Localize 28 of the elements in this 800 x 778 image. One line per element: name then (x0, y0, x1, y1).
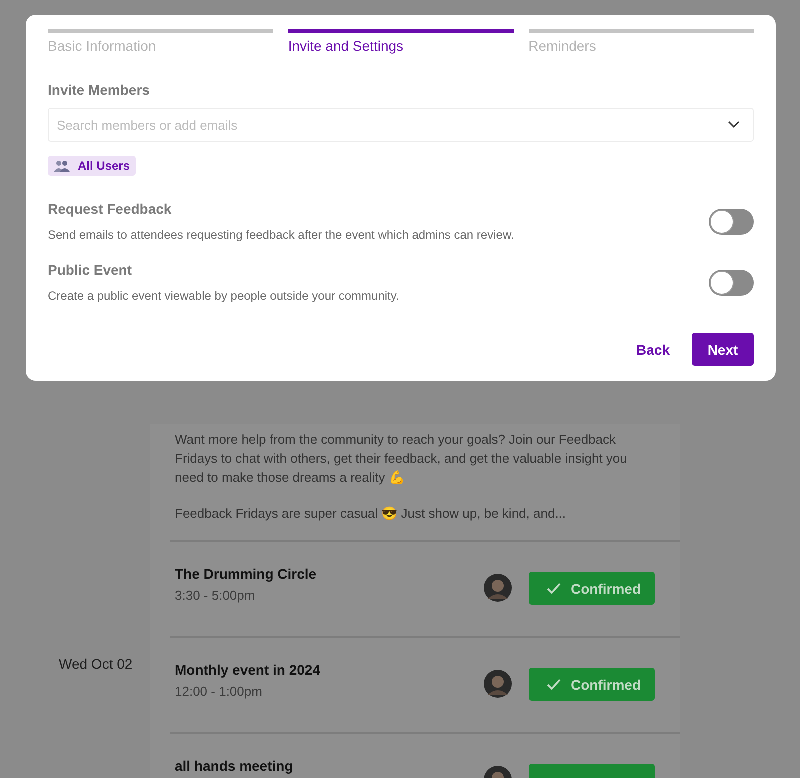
chevron-down-icon (728, 121, 740, 129)
event-title: Monthly event in 2024 (175, 662, 322, 678)
back-button[interactable]: Back (636, 333, 670, 366)
field-label: Invite Members (48, 82, 151, 98)
next-button[interactable]: Next (692, 333, 754, 366)
event-date: Wed Oct 02 (59, 656, 133, 672)
event-description: Want more help from the community to reach your goals? Join our Feedback Fridays to chat with others, get their feedback, and get the valuable insight you need to make those dreams a reality 💪 (175, 431, 628, 487)
toggle-switch[interactable] (709, 270, 754, 296)
step-tab[interactable]: Invite and Settings (288, 29, 514, 55)
avatar-icon (484, 574, 512, 602)
event-title: all hands meeting (175, 758, 294, 774)
check-icon (547, 678, 561, 690)
event-description: Feedback Fridays are super casual 😎 Just show up, be kind, and... (175, 505, 568, 523)
setting-title: Request Feedback (48, 201, 173, 217)
event-time: 12:00 - 1:00pm (175, 684, 264, 699)
status-label: Confirmed (571, 676, 641, 692)
setting-title: Public Event (48, 262, 134, 278)
toggle-switch[interactable] (709, 208, 754, 234)
member-search-field[interactable]: Search members or add emails (48, 108, 754, 142)
status-label: Confirmed (571, 580, 641, 596)
user-group-chip[interactable]: All Users (48, 156, 136, 176)
users-icon (54, 160, 70, 172)
setting-description: Create a public event viewable by people outside your community. (48, 289, 400, 303)
avatar-icon (484, 670, 512, 698)
setting-description: Send emails to attendees requesting feedback after the event which admins can review. (48, 228, 516, 242)
check-icon (547, 582, 561, 594)
event-title: The Drumming Circle (175, 566, 318, 582)
event-time: 3:30 - 5:00pm (175, 588, 256, 603)
